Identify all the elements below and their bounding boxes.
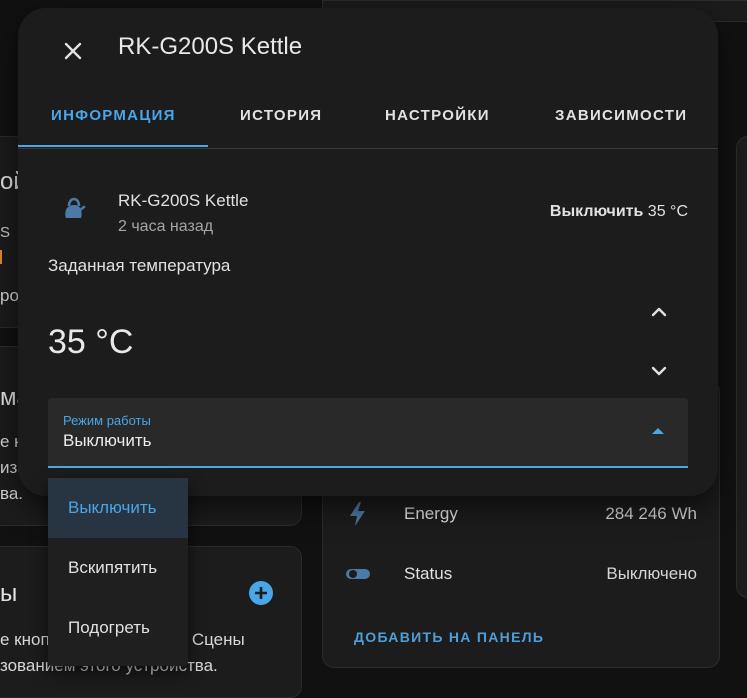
target-temperature-label: Заданная температура: [48, 256, 231, 275]
caret-up-icon: [652, 428, 664, 434]
chevron-down-icon[interactable]: [646, 358, 672, 384]
mode-select-value: Выключить: [63, 431, 152, 450]
entity-row-value: Выключено: [606, 564, 697, 583]
entity-state-mode: Выключить: [549, 203, 644, 220]
entity-state: Выключить 35 °C: [550, 203, 688, 221]
entity-name: RK-G200S Kettle: [118, 191, 249, 210]
entity-state-temp: 35 °C: [647, 203, 688, 220]
tab-settings[interactable]: НАСТРОЙКИ: [385, 96, 490, 148]
more-info-dialog: RK-G200S Kettle ИНФОРМАЦИЯ ИСТОРИЯ НАСТР…: [18, 8, 718, 496]
kettle-icon: [58, 191, 90, 223]
entity-last-changed: 2 часа назад: [118, 218, 214, 235]
entity-row-value: 284 246 Wh: [605, 504, 697, 523]
add-to-panel-link[interactable]: ДОБАВИТЬ НА ПАНЕЛЬ: [354, 629, 544, 645]
entity-row-label: Energy: [404, 504, 458, 523]
dialog-title: RK-G200S Kettle: [118, 33, 303, 60]
background-heading: ы: [0, 580, 18, 607]
mode-option[interactable]: Вскипятить: [48, 538, 188, 598]
background-accent-mark: [0, 250, 2, 264]
mode-select-label: Режим работы: [63, 413, 151, 428]
close-icon[interactable]: [58, 36, 88, 66]
target-temperature-value: 35 °C: [48, 323, 134, 361]
mode-option[interactable]: Выключить: [48, 478, 188, 538]
background-text: ро: [0, 286, 19, 305]
tab-info[interactable]: ИНФОРМАЦИЯ: [51, 96, 176, 148]
mode-select[interactable]: Режим работы Выключить: [48, 398, 688, 468]
lightning-icon: [346, 501, 370, 527]
tab-dependencies[interactable]: ЗАВИСИМОСТИ: [555, 96, 687, 148]
add-scene-icon[interactable]: [248, 580, 274, 606]
active-tab-indicator: [18, 145, 208, 147]
mode-options-menu: Выключить Вскипятить Подогреть: [48, 478, 188, 666]
chevron-up-icon[interactable]: [646, 299, 672, 325]
mode-option[interactable]: Подогреть: [48, 598, 188, 658]
entity-row-label: Status: [404, 564, 453, 583]
background-card-right-mid: [736, 136, 747, 598]
tab-bar: ИНФОРМАЦИЯ ИСТОРИЯ НАСТРОЙКИ ЗАВИСИМОСТИ: [18, 96, 718, 149]
background-text: ва.: [0, 484, 24, 503]
tab-history[interactable]: ИСТОРИЯ: [240, 96, 322, 148]
background-text: S: [0, 224, 11, 241]
toggle-icon: [345, 566, 371, 582]
